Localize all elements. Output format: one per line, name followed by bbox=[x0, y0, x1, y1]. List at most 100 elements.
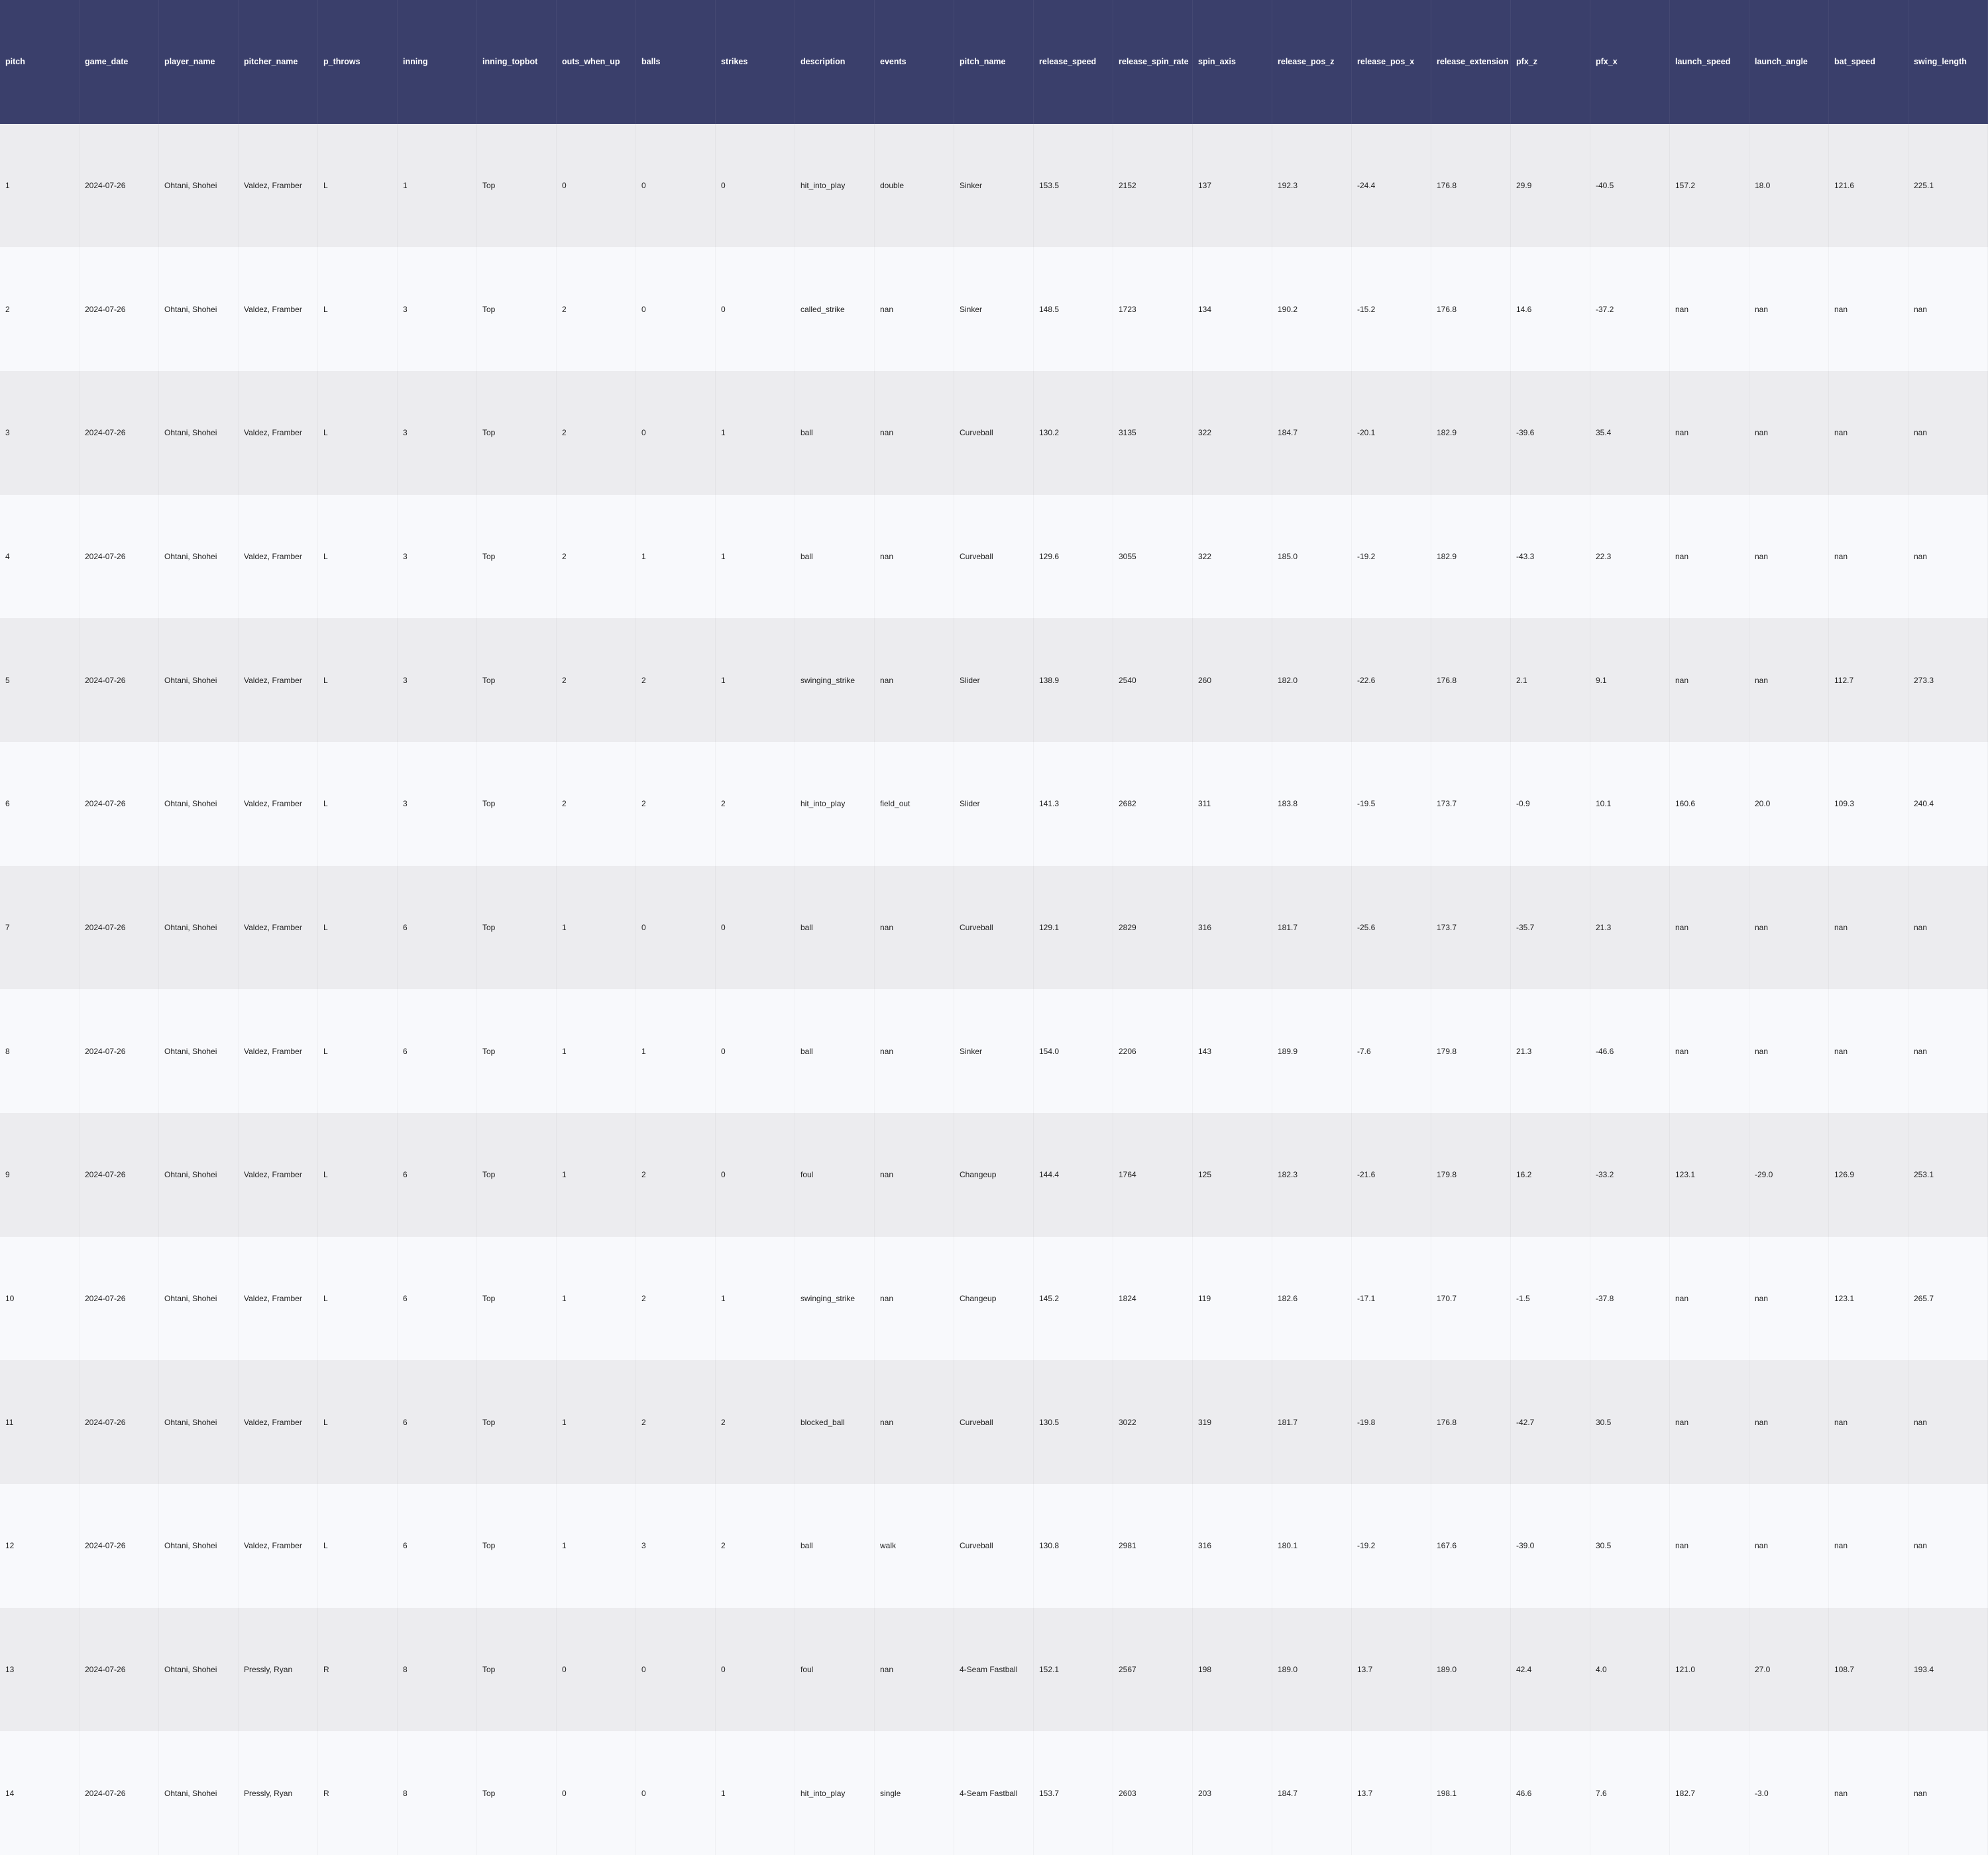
table-cell-events: nan bbox=[875, 247, 954, 371]
column-header-pfx-z: pfx_z bbox=[1511, 0, 1590, 124]
table-cell-events: nan bbox=[875, 1360, 954, 1484]
table-cell-outs-when-up: 1 bbox=[557, 1483, 636, 1608]
table-cell-release-pos-x: -20.1 bbox=[1352, 370, 1431, 495]
table-cell-p-throws: L bbox=[318, 1236, 398, 1361]
table-cell-pfx-z: 14.6 bbox=[1511, 247, 1590, 371]
table-cell-game-date: 2024-07-26 bbox=[80, 989, 159, 1113]
table-cell-release-pos-z: 184.7 bbox=[1272, 370, 1352, 495]
table-cell-game-date: 2024-07-26 bbox=[80, 247, 159, 371]
table-cell-release-pos-z: 192.3 bbox=[1272, 123, 1352, 248]
table-cell-game-date: 2024-07-26 bbox=[80, 1236, 159, 1361]
table-cell-events: nan bbox=[875, 618, 954, 742]
column-header-events: events bbox=[875, 0, 954, 124]
table-cell-pitch: 1 bbox=[0, 123, 80, 248]
table-cell-pitcher-name: Valdez, Framber bbox=[239, 865, 318, 990]
table-cell-pitch-name: Slider bbox=[954, 618, 1034, 742]
table-cell-events: nan bbox=[875, 989, 954, 1113]
table-cell-pfx-z: -39.0 bbox=[1511, 1483, 1590, 1608]
column-header-launch-speed: launch_speed bbox=[1670, 0, 1749, 124]
column-header-pitch: pitch bbox=[0, 0, 80, 124]
table-cell-outs-when-up: 1 bbox=[557, 1360, 636, 1484]
table-cell-launch-speed: nan bbox=[1670, 1360, 1749, 1484]
table-cell-release-pos-z: 182.0 bbox=[1272, 618, 1352, 742]
column-header-pitcher-name: pitcher_name bbox=[239, 0, 318, 124]
table-cell-pitcher-name: Valdez, Framber bbox=[239, 741, 318, 866]
table-cell-release-speed: 154.0 bbox=[1034, 989, 1113, 1113]
table-cell-pitch: 2 bbox=[0, 247, 80, 371]
table-cell-swing-length: 253.1 bbox=[1908, 1112, 1988, 1237]
table-cell-release-pos-x: -17.1 bbox=[1352, 1236, 1431, 1361]
table-cell-pfx-x: -37.2 bbox=[1590, 247, 1670, 371]
table-cell-game-date: 2024-07-26 bbox=[80, 1483, 159, 1608]
table-cell-pfx-z: -42.7 bbox=[1511, 1360, 1590, 1484]
table-cell-player-name: Ohtani, Shohei bbox=[159, 741, 239, 866]
table-cell-pfx-x: 4.0 bbox=[1590, 1607, 1670, 1732]
table-cell-swing-length: nan bbox=[1908, 1483, 1988, 1608]
column-header-balls: balls bbox=[636, 0, 716, 124]
table-cell-description: blocked_ball bbox=[795, 1360, 875, 1484]
table-cell-spin-axis: 203 bbox=[1193, 1731, 1272, 1855]
table-cell-bat-speed: nan bbox=[1829, 494, 1908, 619]
table-cell-release-pos-z: 181.7 bbox=[1272, 1360, 1352, 1484]
table-cell-pfx-z: -35.7 bbox=[1511, 865, 1590, 990]
table-cell-launch-angle: 18.0 bbox=[1749, 123, 1829, 248]
table-cell-player-name: Ohtani, Shohei bbox=[159, 370, 239, 495]
table-cell-inning-topbot: Top bbox=[477, 989, 557, 1113]
table-cell-release-speed: 141.3 bbox=[1034, 741, 1113, 866]
table-cell-pfx-z: 46.6 bbox=[1511, 1731, 1590, 1855]
table-cell-inning-topbot: Top bbox=[477, 1360, 557, 1484]
table-cell-strikes: 1 bbox=[716, 370, 795, 495]
table-cell-release-speed: 153.7 bbox=[1034, 1731, 1113, 1855]
table-cell-inning-topbot: Top bbox=[477, 1236, 557, 1361]
table-cell-pitch: 4 bbox=[0, 494, 80, 619]
table-cell-balls: 0 bbox=[636, 123, 716, 248]
table-cell-inning: 8 bbox=[398, 1731, 477, 1855]
table-cell-balls: 2 bbox=[636, 1360, 716, 1484]
table-cell-spin-axis: 316 bbox=[1193, 1483, 1272, 1608]
table-cell-outs-when-up: 2 bbox=[557, 741, 636, 866]
table-cell-balls: 3 bbox=[636, 1483, 716, 1608]
table-cell-outs-when-up: 1 bbox=[557, 865, 636, 990]
table-cell-outs-when-up: 2 bbox=[557, 247, 636, 371]
table-cell-pfx-x: -46.6 bbox=[1590, 989, 1670, 1113]
table-cell-release-pos-z: 180.1 bbox=[1272, 1483, 1352, 1608]
table-cell-swing-length: 265.7 bbox=[1908, 1236, 1988, 1361]
table-cell-pitcher-name: Valdez, Framber bbox=[239, 1112, 318, 1237]
table-cell-p-throws: L bbox=[318, 494, 398, 619]
table-cell-description: hit_into_play bbox=[795, 1731, 875, 1855]
table-cell-p-throws: L bbox=[318, 247, 398, 371]
table-cell-release-spin-rate: 1764 bbox=[1113, 1112, 1193, 1237]
table-cell-pfx-x: 21.3 bbox=[1590, 865, 1670, 990]
table-cell-swing-length: nan bbox=[1908, 989, 1988, 1113]
column-header-description: description bbox=[795, 0, 875, 124]
table-cell-spin-axis: 316 bbox=[1193, 865, 1272, 990]
table-cell-player-name: Ohtani, Shohei bbox=[159, 1483, 239, 1608]
table-cell-launch-speed: nan bbox=[1670, 618, 1749, 742]
table-cell-pitch-name: Changeup bbox=[954, 1236, 1034, 1361]
table-cell-player-name: Ohtani, Shohei bbox=[159, 1607, 239, 1732]
table-cell-release-extension: 198.1 bbox=[1431, 1731, 1511, 1855]
table-cell-launch-angle: -3.0 bbox=[1749, 1731, 1829, 1855]
table-cell-description: ball bbox=[795, 370, 875, 495]
table-cell-player-name: Ohtani, Shohei bbox=[159, 123, 239, 248]
table-cell-release-extension: 182.9 bbox=[1431, 370, 1511, 495]
table-cell-strikes: 1 bbox=[716, 494, 795, 619]
table-cell-inning-topbot: Top bbox=[477, 618, 557, 742]
table-cell-bat-speed: nan bbox=[1829, 370, 1908, 495]
table-cell-pitcher-name: Valdez, Framber bbox=[239, 123, 318, 248]
table-cell-spin-axis: 322 bbox=[1193, 494, 1272, 619]
table-cell-player-name: Ohtani, Shohei bbox=[159, 865, 239, 990]
table-cell-pitch-name: Curveball bbox=[954, 1360, 1034, 1484]
table-cell-release-pos-x: -25.6 bbox=[1352, 865, 1431, 990]
table-cell-bat-speed: nan bbox=[1829, 1731, 1908, 1855]
column-header-release-pos-z: release_pos_z bbox=[1272, 0, 1352, 124]
table-cell-bat-speed: nan bbox=[1829, 865, 1908, 990]
table-cell-release-pos-x: -7.6 bbox=[1352, 989, 1431, 1113]
table-cell-spin-axis: 137 bbox=[1193, 123, 1272, 248]
table-cell-inning: 6 bbox=[398, 1236, 477, 1361]
table-cell-balls: 0 bbox=[636, 865, 716, 990]
table-cell-pitcher-name: Valdez, Framber bbox=[239, 494, 318, 619]
table-cell-pitch: 3 bbox=[0, 370, 80, 495]
column-header-pfx-x: pfx_x bbox=[1590, 0, 1670, 124]
table-cell-pitch: 6 bbox=[0, 741, 80, 866]
